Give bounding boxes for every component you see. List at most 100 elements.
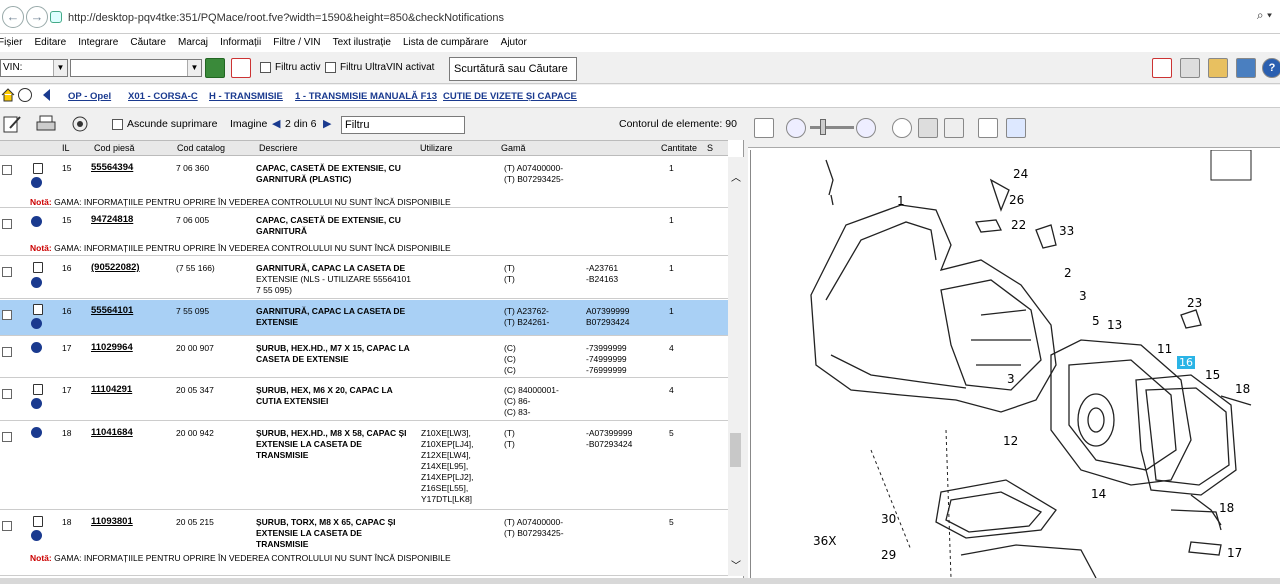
table-row-selected[interactable]: 16 55564101 7 55 095 GARNITURĂ, CAPAC LA…	[0, 300, 728, 336]
checkbox-icon[interactable]	[260, 62, 271, 73]
row-checkbox[interactable]	[2, 432, 12, 442]
cell-part-number[interactable]: 55564394	[91, 162, 133, 173]
menu-ajutor[interactable]: Ajutor	[501, 34, 527, 52]
callout-13[interactable]: 13	[1107, 318, 1122, 332]
info-icon[interactable]	[31, 177, 42, 188]
row-checkbox[interactable]	[2, 521, 12, 531]
rotate-icon[interactable]	[918, 118, 938, 138]
callout-33[interactable]: 33	[1059, 224, 1074, 238]
table-row[interactable]: 17 11029964 20 00 907 ȘURUB, HEX.HD., M7…	[0, 337, 728, 378]
preview-icon[interactable]	[70, 114, 90, 134]
menu-text-ilustratie[interactable]: Text ilustrație	[333, 34, 391, 52]
bookmark-icon[interactable]	[1180, 58, 1200, 78]
export-icon[interactable]	[1236, 58, 1256, 78]
callout-12[interactable]: 12	[1003, 434, 1018, 448]
breadcrumb-brand[interactable]: OP - Opel	[68, 91, 111, 102]
info-icon[interactable]	[31, 342, 42, 353]
table-row[interactable]: 17 11104291 20 05 347 ȘURUB, HEX, M6 X 2…	[0, 379, 728, 421]
scroll-up-icon[interactable]: ︿	[731, 169, 741, 184]
checkbox-icon[interactable]	[112, 118, 123, 130]
breadcrumb-model[interactable]: X01 - CORSA-C	[128, 91, 198, 102]
table-row[interactable]: 15 94724818 7 06 005 CAPAC, CASETĂ DE EX…	[0, 209, 728, 256]
chevron-down-icon[interactable]: ▼	[187, 60, 201, 76]
shortcut-search-input[interactable]: Scurtătură sau Căutare	[449, 57, 577, 81]
search-icon[interactable]: ⌕ ▾	[1257, 8, 1272, 23]
callout-3b[interactable]: 3	[1007, 372, 1015, 386]
callout-3[interactable]: 3	[1079, 289, 1087, 303]
row-checkbox[interactable]	[2, 219, 12, 229]
table-row[interactable]: 16 (90522082) (7 55 166) GARNITURĂ, CAPA…	[0, 257, 728, 299]
menu-editare[interactable]: Editare	[35, 34, 67, 52]
table-row[interactable]: 18 11041684 20 00 942 ȘURUB, HEX.HD., M8…	[0, 422, 728, 510]
callout-5[interactable]: 5	[1092, 314, 1100, 328]
row-checkbox[interactable]	[2, 267, 12, 277]
callout-18b[interactable]: 18	[1219, 501, 1234, 515]
vehicle-icon[interactable]	[205, 58, 225, 78]
fit-window-icon[interactable]	[754, 118, 774, 138]
zoom-slider-thumb[interactable]	[820, 119, 826, 135]
text-note-icon[interactable]	[33, 163, 43, 174]
callout-14[interactable]: 14	[1091, 487, 1106, 501]
text-note-icon[interactable]	[33, 516, 43, 527]
column-s[interactable]: S	[707, 143, 713, 153]
table-row[interactable]: 18 11093801 20 05 215 ȘURUB, TORX, M8 X …	[0, 511, 728, 576]
back-icon[interactable]: ←	[2, 6, 24, 28]
text-note-icon[interactable]	[33, 304, 43, 315]
filter-ultravin-checkbox[interactable]: Filtru UltraVIN activat	[325, 62, 434, 73]
cell-part-number[interactable]: 94724818	[91, 214, 133, 225]
callout-29[interactable]: 29	[881, 548, 896, 562]
chevron-down-icon[interactable]: ▼	[53, 60, 67, 76]
breadcrumb-group[interactable]: H - TRANSMISIE	[209, 91, 283, 102]
home-icon[interactable]	[1, 88, 15, 102]
hide-superseded-checkbox[interactable]: Ascunde suprimare	[112, 118, 217, 130]
zoom-out-icon[interactable]	[786, 118, 806, 138]
menu-fisier[interactable]: Fișier	[0, 34, 22, 52]
menu-informatii[interactable]: Informații	[220, 34, 261, 52]
info-icon[interactable]	[31, 398, 42, 409]
column-catalog-code[interactable]: Cod catalog	[177, 143, 225, 153]
exploded-parts-diagram[interactable]: 24 26 22 33 1 2 3 5 13 23 11 16 15 18 3 …	[750, 150, 1280, 578]
cell-part-number[interactable]: 11041684	[91, 427, 133, 438]
checkbox-icon[interactable]	[325, 62, 336, 73]
copy-diagram-icon[interactable]	[1006, 118, 1026, 138]
zoom-in-icon[interactable]	[856, 118, 876, 138]
callout-18[interactable]: 18	[1235, 382, 1250, 396]
callout-2[interactable]: 2	[1064, 266, 1072, 280]
callout-24[interactable]: 24	[1013, 167, 1028, 181]
scroll-thumb[interactable]	[730, 433, 741, 467]
cell-part-number[interactable]: 11093801	[91, 516, 133, 527]
cell-part-number[interactable]: 11029964	[91, 342, 133, 353]
column-part-number[interactable]: Cod piesă	[94, 143, 135, 153]
document-icon[interactable]	[231, 58, 251, 78]
print-list-icon[interactable]	[1152, 58, 1172, 78]
cell-part-number[interactable]: (90522082)	[91, 262, 140, 273]
print-diagram-icon[interactable]	[978, 118, 998, 138]
menu-cautare[interactable]: Căutare	[130, 34, 166, 52]
column-il[interactable]: IL	[62, 143, 70, 153]
filter-input[interactable]: Filtru	[341, 116, 465, 134]
pan-icon[interactable]	[892, 118, 912, 138]
callout-11[interactable]: 11	[1157, 342, 1172, 356]
cell-part-number[interactable]: 11104291	[91, 384, 132, 395]
column-usage[interactable]: Utilizare	[420, 143, 453, 153]
cell-part-number[interactable]: 55564101	[91, 305, 133, 316]
callout-1[interactable]: 1	[897, 194, 905, 208]
list-scrollbar[interactable]: ︿ ﹀	[728, 157, 744, 576]
filter-active-checkbox[interactable]: Filtru activ	[260, 62, 321, 73]
callout-17[interactable]: 17	[1227, 546, 1242, 560]
callout-30[interactable]: 30	[881, 512, 896, 526]
callout-36x[interactable]: 36X	[813, 534, 837, 548]
next-image-icon[interactable]: ▶	[323, 117, 331, 130]
row-checkbox[interactable]	[2, 389, 12, 399]
callout-23[interactable]: 23	[1187, 296, 1202, 310]
column-description[interactable]: Descriere	[259, 143, 298, 153]
callout-26[interactable]: 26	[1009, 193, 1024, 207]
menu-lista-cumparare[interactable]: Lista de cumpărare	[403, 34, 489, 52]
table-row[interactable]: 15 55564394 7 06 360 CAPAC, CASETĂ DE EX…	[0, 157, 728, 208]
history-icon[interactable]	[18, 88, 32, 102]
print-icon[interactable]	[36, 114, 56, 134]
notes-icon[interactable]	[1208, 58, 1228, 78]
back-arrow-icon[interactable]	[40, 88, 54, 102]
help-icon[interactable]: ?	[1262, 58, 1280, 78]
row-checkbox[interactable]	[2, 347, 12, 357]
